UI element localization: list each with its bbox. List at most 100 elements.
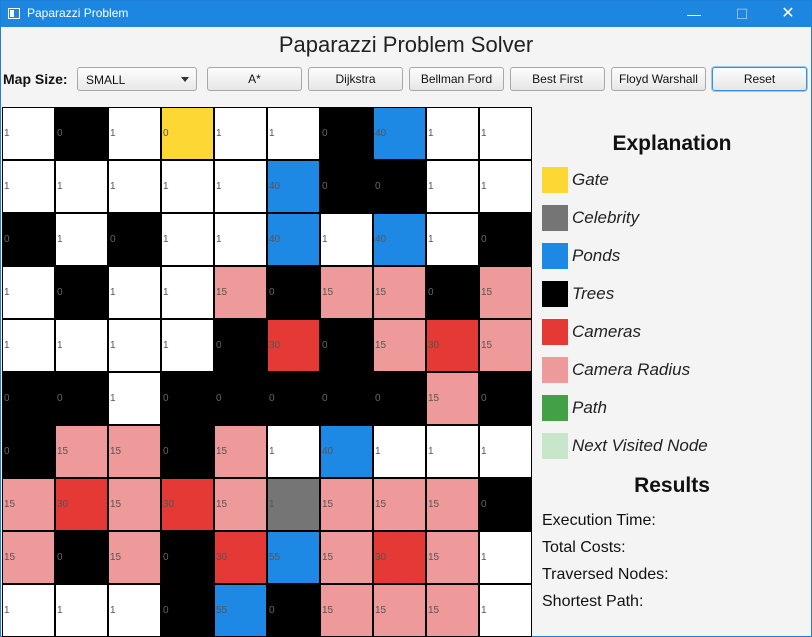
maximize-button[interactable]: ☐ bbox=[719, 1, 765, 27]
tree-cell[interactable]: 0 bbox=[321, 373, 372, 424]
empty-cell[interactable]: 1 bbox=[427, 214, 478, 265]
tree-cell[interactable]: 0 bbox=[56, 373, 107, 424]
tree-cell[interactable]: 0 bbox=[374, 161, 425, 212]
astar-button[interactable]: A* bbox=[207, 67, 302, 91]
tree-cell[interactable]: 0 bbox=[268, 585, 319, 636]
camera-radius-cell[interactable]: 15 bbox=[427, 585, 478, 636]
tree-cell[interactable]: 0 bbox=[268, 373, 319, 424]
empty-cell[interactable]: 1 bbox=[215, 161, 266, 212]
tree-cell[interactable]: 0 bbox=[56, 108, 107, 159]
empty-cell[interactable]: 1 bbox=[480, 161, 531, 212]
camera-radius-cell[interactable]: 15 bbox=[3, 532, 54, 583]
title-bar[interactable]: Paparazzi Problem — ☐ ✕ bbox=[1, 1, 811, 27]
camera-radius-cell[interactable]: 15 bbox=[215, 267, 266, 318]
camera-cell[interactable]: 30 bbox=[162, 479, 213, 530]
empty-cell[interactable]: 1 bbox=[480, 532, 531, 583]
tree-cell[interactable]: 0 bbox=[162, 585, 213, 636]
celebrity-cell[interactable]: 1 bbox=[268, 479, 319, 530]
camera-cell[interactable]: 30 bbox=[215, 532, 266, 583]
pond-cell[interactable]: 40 bbox=[374, 108, 425, 159]
camera-radius-cell[interactable]: 15 bbox=[56, 426, 107, 477]
empty-cell[interactable]: 1 bbox=[162, 161, 213, 212]
empty-cell[interactable]: 1 bbox=[3, 320, 54, 371]
camera-radius-cell[interactable]: 15 bbox=[374, 267, 425, 318]
camera-cell[interactable]: 30 bbox=[427, 320, 478, 371]
tree-cell[interactable]: 0 bbox=[480, 214, 531, 265]
tree-cell[interactable]: 0 bbox=[480, 373, 531, 424]
tree-cell[interactable]: 0 bbox=[109, 214, 160, 265]
empty-cell[interactable]: 1 bbox=[3, 108, 54, 159]
dijkstra-button[interactable]: Dijkstra bbox=[308, 67, 403, 91]
bellman-ford-button[interactable]: Bellman Ford bbox=[409, 67, 504, 91]
camera-radius-cell[interactable]: 15 bbox=[427, 373, 478, 424]
camera-radius-cell[interactable]: 15 bbox=[215, 426, 266, 477]
empty-cell[interactable]: 1 bbox=[56, 161, 107, 212]
pond-cell[interactable]: 55 bbox=[215, 585, 266, 636]
empty-cell[interactable]: 1 bbox=[56, 585, 107, 636]
camera-radius-cell[interactable]: 15 bbox=[109, 426, 160, 477]
tree-cell[interactable]: 0 bbox=[215, 320, 266, 371]
empty-cell[interactable]: 1 bbox=[480, 585, 531, 636]
tree-cell[interactable]: 0 bbox=[3, 426, 54, 477]
pond-cell[interactable]: 40 bbox=[374, 214, 425, 265]
tree-cell[interactable]: 0 bbox=[162, 373, 213, 424]
empty-cell[interactable]: 1 bbox=[215, 108, 266, 159]
empty-cell[interactable]: 1 bbox=[3, 585, 54, 636]
empty-cell[interactable]: 1 bbox=[268, 108, 319, 159]
empty-cell[interactable]: 1 bbox=[56, 214, 107, 265]
camera-radius-cell[interactable]: 15 bbox=[109, 532, 160, 583]
camera-cell[interactable]: 30 bbox=[268, 320, 319, 371]
camera-radius-cell[interactable]: 15 bbox=[480, 267, 531, 318]
best-first-button[interactable]: Best First bbox=[510, 67, 605, 91]
tree-cell[interactable]: 0 bbox=[480, 479, 531, 530]
tree-cell[interactable]: 0 bbox=[321, 161, 372, 212]
tree-cell[interactable]: 0 bbox=[3, 373, 54, 424]
tree-cell[interactable]: 0 bbox=[321, 108, 372, 159]
map-size-select[interactable]: SMALL bbox=[77, 67, 197, 91]
empty-cell[interactable]: 1 bbox=[268, 426, 319, 477]
empty-cell[interactable]: 1 bbox=[427, 161, 478, 212]
empty-cell[interactable]: 1 bbox=[374, 426, 425, 477]
camera-radius-cell[interactable]: 15 bbox=[427, 532, 478, 583]
tree-cell[interactable]: 0 bbox=[56, 532, 107, 583]
empty-cell[interactable]: 1 bbox=[3, 267, 54, 318]
camera-cell[interactable]: 30 bbox=[374, 532, 425, 583]
empty-cell[interactable]: 1 bbox=[162, 214, 213, 265]
camera-radius-cell[interactable]: 15 bbox=[321, 479, 372, 530]
empty-cell[interactable]: 1 bbox=[480, 108, 531, 159]
empty-cell[interactable]: 1 bbox=[109, 373, 160, 424]
empty-cell[interactable]: 1 bbox=[162, 267, 213, 318]
close-button[interactable]: ✕ bbox=[765, 1, 811, 27]
camera-radius-cell[interactable]: 15 bbox=[109, 479, 160, 530]
camera-radius-cell[interactable]: 15 bbox=[321, 585, 372, 636]
tree-cell[interactable]: 0 bbox=[268, 267, 319, 318]
tree-cell[interactable]: 0 bbox=[56, 267, 107, 318]
floyd-warshall-button[interactable]: Floyd Warshall bbox=[611, 67, 706, 91]
empty-cell[interactable]: 1 bbox=[215, 214, 266, 265]
camera-radius-cell[interactable]: 15 bbox=[321, 267, 372, 318]
empty-cell[interactable]: 1 bbox=[3, 161, 54, 212]
camera-radius-cell[interactable]: 15 bbox=[480, 320, 531, 371]
tree-cell[interactable]: 0 bbox=[374, 373, 425, 424]
pond-cell[interactable]: 40 bbox=[321, 426, 372, 477]
empty-cell[interactable]: 1 bbox=[109, 161, 160, 212]
pond-cell[interactable]: 55 bbox=[268, 532, 319, 583]
tree-cell[interactable]: 0 bbox=[3, 214, 54, 265]
tree-cell[interactable]: 0 bbox=[427, 267, 478, 318]
camera-cell[interactable]: 30 bbox=[56, 479, 107, 530]
camera-radius-cell[interactable]: 15 bbox=[3, 479, 54, 530]
gate-cell[interactable]: 0 bbox=[162, 108, 213, 159]
empty-cell[interactable]: 1 bbox=[321, 214, 372, 265]
reset-button[interactable]: Reset bbox=[712, 67, 807, 91]
camera-radius-cell[interactable]: 15 bbox=[427, 479, 478, 530]
pond-cell[interactable]: 40 bbox=[268, 214, 319, 265]
camera-radius-cell[interactable]: 15 bbox=[374, 320, 425, 371]
empty-cell[interactable]: 1 bbox=[427, 108, 478, 159]
camera-radius-cell[interactable]: 15 bbox=[374, 479, 425, 530]
tree-cell[interactable]: 0 bbox=[162, 426, 213, 477]
tree-cell[interactable]: 0 bbox=[215, 373, 266, 424]
tree-cell[interactable]: 0 bbox=[162, 532, 213, 583]
empty-cell[interactable]: 1 bbox=[109, 320, 160, 371]
empty-cell[interactable]: 1 bbox=[427, 426, 478, 477]
camera-radius-cell[interactable]: 15 bbox=[215, 479, 266, 530]
